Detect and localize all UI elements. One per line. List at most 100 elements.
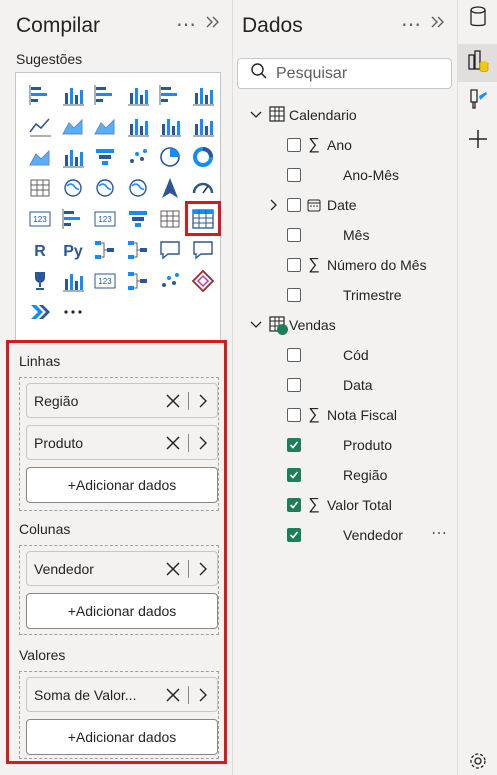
chevron-down-icon[interactable] <box>247 316 265 334</box>
table-icon[interactable] <box>154 203 186 234</box>
diamond-visual-icon[interactable] <box>187 265 219 296</box>
add-data-button[interactable]: +Adicionar dados <box>26 719 218 755</box>
collapse-pane-icon[interactable] <box>205 14 221 35</box>
power-automate-chevron-icon[interactable] <box>24 296 56 327</box>
table-node[interactable]: Vendas <box>247 310 336 340</box>
chevron-right-icon[interactable] <box>193 390 213 412</box>
more-options-icon[interactable]: ⋯ <box>401 15 422 35</box>
field-row[interactable]: ∑ Nota Fiscal <box>271 400 397 430</box>
smart-narrative-icon[interactable] <box>187 234 219 265</box>
pie-chart-icon[interactable] <box>154 141 186 172</box>
field-row[interactable]: Data <box>271 370 373 400</box>
field-checkbox[interactable] <box>287 408 301 422</box>
filled-map-icon[interactable] <box>89 172 121 203</box>
area-chart-icon[interactable] <box>57 110 89 141</box>
field-checkbox[interactable] <box>287 258 301 272</box>
stacked-column-icon[interactable] <box>57 79 89 110</box>
field-row[interactable]: ∑ Ano <box>271 130 352 160</box>
remove-field-icon[interactable] <box>162 390 184 412</box>
remove-field-icon[interactable] <box>162 558 184 580</box>
line-stacked-column-icon[interactable] <box>122 110 154 141</box>
field-row[interactable]: ∑ Valor Total <box>271 490 392 520</box>
field-checkbox[interactable] <box>287 288 301 302</box>
chevron-right-icon[interactable] <box>265 196 283 214</box>
field-checkbox[interactable] <box>287 228 301 242</box>
shape-map-icon[interactable] <box>122 172 154 203</box>
search-field[interactable]: Pesquisar <box>237 58 452 89</box>
field-checkbox[interactable] <box>287 468 301 482</box>
qa-icon[interactable] <box>154 234 186 265</box>
r-visual-icon[interactable]: R <box>24 234 56 265</box>
field-checkbox[interactable] <box>287 378 301 392</box>
field-row[interactable]: Trimestre <box>271 280 402 310</box>
build-pane-toggle[interactable] <box>458 44 497 82</box>
field-checkbox[interactable] <box>287 498 301 512</box>
settings-button[interactable] <box>458 752 497 775</box>
decomposition-tree-icon[interactable] <box>122 234 154 265</box>
field-checkbox[interactable] <box>287 348 301 362</box>
format-pane-toggle[interactable] <box>458 82 497 120</box>
power-automate-icon[interactable] <box>122 265 154 296</box>
field-row[interactable]: Vendedor <box>271 520 403 550</box>
field-row[interactable]: Cód <box>271 340 369 370</box>
add-pane-button[interactable] <box>458 122 497 160</box>
field-row[interactable]: ∑ Número do Mês <box>271 250 427 280</box>
field-checkbox[interactable] <box>287 198 301 212</box>
ribbon-chart-icon[interactable] <box>187 110 219 141</box>
map-icon[interactable] <box>57 172 89 203</box>
stacked-bar-icon[interactable] <box>24 79 56 110</box>
key-influencers-icon[interactable] <box>89 234 121 265</box>
gauge-icon[interactable] <box>187 172 219 203</box>
field-checkbox[interactable] <box>287 138 301 152</box>
goals-icon[interactable] <box>24 265 56 296</box>
line-clustered-column-icon[interactable] <box>154 110 186 141</box>
values-well[interactable]: Soma de Valor... +Adicionar dados <box>19 671 219 759</box>
rows-field-pill[interactable]: Produto <box>26 425 218 460</box>
clustered-column-icon[interactable] <box>122 79 154 110</box>
add-data-button[interactable]: +Adicionar dados <box>26 467 218 503</box>
multi-row-card-icon[interactable] <box>57 203 89 234</box>
arcgis-icon[interactable] <box>154 265 186 296</box>
kpi-icon[interactable]: 123 <box>89 203 121 234</box>
collapse-pane-icon[interactable] <box>430 14 446 35</box>
field-row[interactable]: Região <box>271 460 387 490</box>
rows-field-pill[interactable]: Região <box>26 383 218 418</box>
field-checkbox[interactable] <box>287 438 301 452</box>
100-stacked-column-icon[interactable] <box>187 79 219 110</box>
rows-well[interactable]: Região Produto +Adicionar dados <box>19 377 219 511</box>
waterfall-icon[interactable] <box>57 141 89 172</box>
more-visuals-icon[interactable] <box>57 296 89 327</box>
field-row[interactable]: Date <box>270 190 357 220</box>
matrix-icon[interactable] <box>184 201 221 236</box>
paginated-report-icon[interactable] <box>57 265 89 296</box>
clustered-bar-icon[interactable] <box>89 79 121 110</box>
scatter-icon[interactable] <box>122 141 154 172</box>
remove-field-icon[interactable] <box>162 432 184 454</box>
table-node[interactable]: Calendario <box>247 100 357 130</box>
slicer-icon[interactable] <box>122 203 154 234</box>
columns-well[interactable]: Vendedor +Adicionar dados <box>19 545 219 635</box>
azure-map-icon[interactable] <box>154 172 186 203</box>
ribbon-icon[interactable] <box>24 141 56 172</box>
field-row[interactable]: Mês <box>271 220 369 250</box>
100-stacked-bar-icon[interactable] <box>154 79 186 110</box>
chevron-right-icon[interactable] <box>193 558 213 580</box>
field-checkbox[interactable] <box>287 528 301 542</box>
field-row[interactable]: Produto <box>271 430 392 460</box>
field-row[interactable]: Ano-Mês <box>271 160 399 190</box>
remove-field-icon[interactable] <box>162 684 184 706</box>
field-checkbox[interactable] <box>287 168 301 182</box>
funnel-icon[interactable] <box>89 141 121 172</box>
chevron-right-icon[interactable] <box>193 432 213 454</box>
treemap-icon[interactable] <box>24 172 56 203</box>
more-options-icon[interactable]: ⋯ <box>176 15 197 35</box>
columns-field-pill[interactable]: Vendedor <box>26 551 218 586</box>
field-more-options-icon[interactable]: ⋯ <box>431 523 448 543</box>
card-icon[interactable]: 123 <box>24 203 56 234</box>
stacked-area-icon[interactable] <box>89 110 121 141</box>
line-chart-icon[interactable] <box>24 110 56 141</box>
power-apps-icon[interactable]: 123 <box>89 265 121 296</box>
add-data-button[interactable]: +Adicionar dados <box>26 593 218 629</box>
donut-chart-icon[interactable] <box>187 141 219 172</box>
python-visual-icon[interactable]: Py <box>57 234 89 265</box>
